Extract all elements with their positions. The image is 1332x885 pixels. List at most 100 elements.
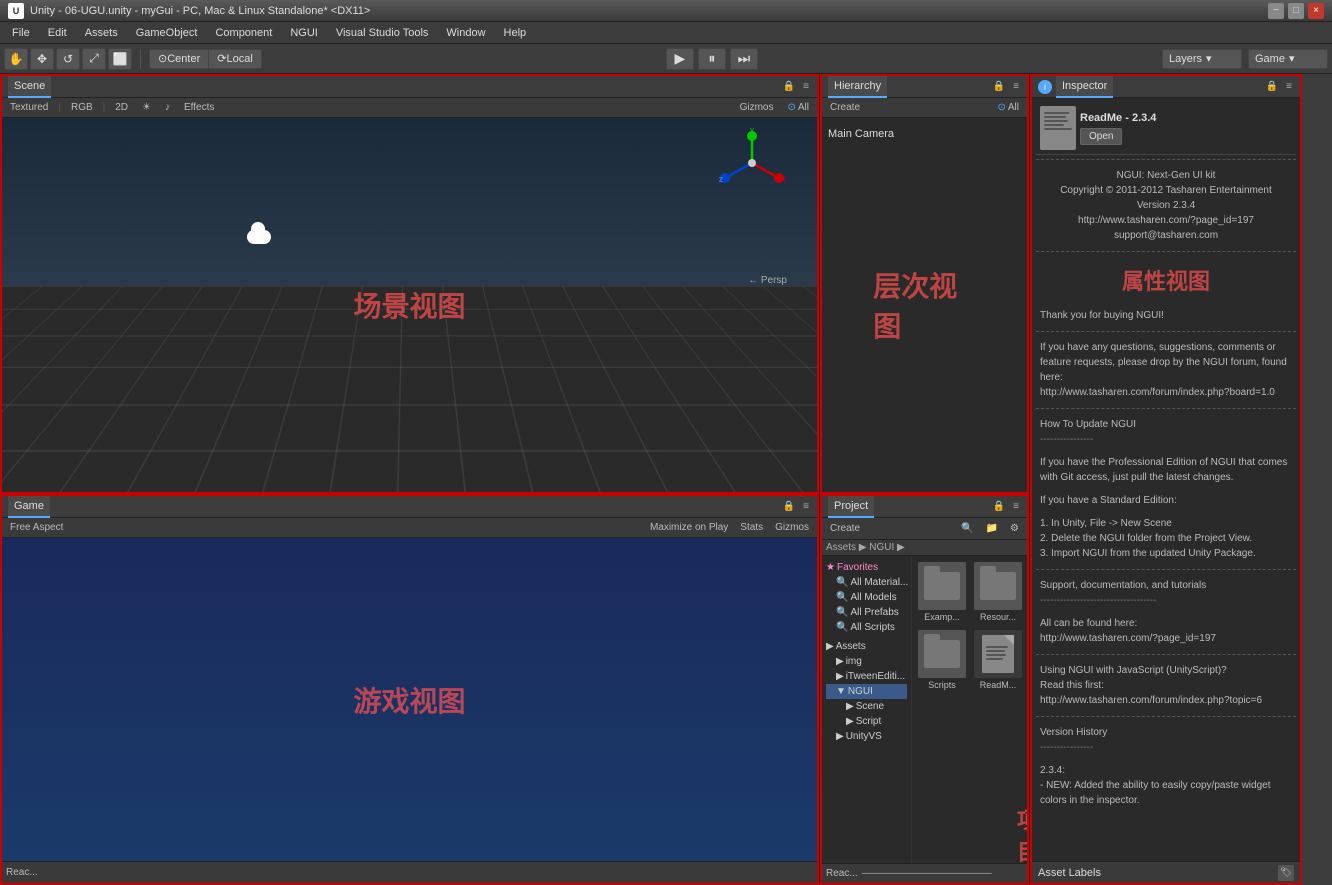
local-button[interactable]: ⟳ Local bbox=[208, 49, 262, 69]
toolbar-separator-1 bbox=[140, 49, 141, 69]
scene-menu-icon[interactable]: ≡ bbox=[801, 81, 811, 92]
asset-item-readme[interactable]: ReadM... bbox=[972, 628, 1024, 692]
inspector-lock-icon[interactable]: 🔒 bbox=[1264, 81, 1280, 92]
step-button[interactable]: ⏭ bbox=[730, 48, 758, 70]
project-lock-icon[interactable]: 🔒 bbox=[991, 501, 1007, 512]
menu-component[interactable]: Component bbox=[207, 25, 280, 41]
inspector-panel: i Inspector 🔒 ≡ bbox=[1030, 74, 1302, 885]
inspector-js-text: Using NGUI with JavaScript (UnityScript)… bbox=[1036, 659, 1296, 712]
pivot-toggle[interactable]: ⊙ Center ⟳ Local bbox=[149, 49, 262, 69]
stats-button[interactable]: Stats bbox=[736, 522, 767, 533]
pause-button[interactable]: ⏸ bbox=[698, 48, 726, 70]
hierarchy-lock-icon[interactable]: 🔒 bbox=[991, 81, 1007, 92]
project-menu-icon[interactable]: ≡ bbox=[1011, 501, 1021, 512]
project-search-icon[interactable]: 🔍 bbox=[957, 523, 977, 534]
all-dropdown[interactable]: ⊙ All bbox=[783, 102, 813, 113]
ngui-item[interactable]: ▼ NGUI bbox=[826, 684, 907, 699]
scale-tool-button[interactable]: ⤢ bbox=[82, 48, 106, 70]
inspector-p1: If you have any questions, suggestions, … bbox=[1036, 336, 1296, 404]
play-button[interactable]: ▶ bbox=[666, 48, 694, 70]
scene-tab[interactable]: Scene bbox=[8, 76, 51, 98]
close-button[interactable]: × bbox=[1308, 3, 1324, 19]
inspector-menu-icon[interactable]: ≡ bbox=[1284, 81, 1294, 92]
project-toolbar: Create 🔍 📁 ⚙ bbox=[822, 518, 1027, 540]
minimize-button[interactable]: − bbox=[1268, 3, 1284, 19]
main-camera-item[interactable]: Main Camera bbox=[822, 126, 1027, 142]
game-menu-icon[interactable]: ≡ bbox=[801, 501, 811, 512]
itween-item[interactable]: ▶ iTweenEditi... bbox=[826, 669, 907, 684]
all-prefabs-item[interactable]: 🔍 All Prefabs bbox=[826, 605, 907, 620]
menu-ngui[interactable]: NGUI bbox=[282, 25, 326, 41]
inspector-file-icon bbox=[1040, 106, 1076, 150]
inspector-p2: If you have the Professional Edition of … bbox=[1036, 451, 1296, 489]
game-gizmos-dropdown[interactable]: Gizmos bbox=[771, 522, 813, 533]
menu-help[interactable]: Help bbox=[496, 25, 535, 41]
menu-window[interactable]: Window bbox=[438, 25, 493, 41]
all-models-item[interactable]: 🔍 All Models bbox=[826, 590, 907, 605]
menu-vstudio[interactable]: Visual Studio Tools bbox=[328, 25, 437, 41]
menu-gameobject[interactable]: GameObject bbox=[128, 25, 206, 41]
favorites-item[interactable]: ★ Favorites bbox=[826, 560, 907, 575]
effects-dropdown[interactable]: Effects bbox=[180, 102, 218, 113]
game-lock-icon[interactable]: 🔒 bbox=[781, 501, 797, 512]
hierarchy-menu-icon[interactable]: ≡ bbox=[1011, 81, 1021, 92]
all-scripts-item[interactable]: 🔍 All Scripts bbox=[826, 620, 907, 635]
maximize-button[interactable]: □ bbox=[1288, 3, 1304, 19]
folder-icon-examples bbox=[918, 562, 966, 610]
rect-tool-button[interactable]: ⬜ bbox=[108, 48, 132, 70]
aspect-dropdown[interactable]: Free Aspect bbox=[6, 522, 67, 533]
inspector-divider-2 bbox=[1036, 251, 1296, 252]
menu-edit[interactable]: Edit bbox=[40, 25, 75, 41]
rgb-dropdown[interactable]: RGB bbox=[67, 102, 97, 113]
unityvs-item[interactable]: ▶ UnityVS bbox=[826, 729, 907, 744]
game-footer-text: Reac... bbox=[6, 867, 38, 878]
hierarchy-create-dropdown[interactable]: Create bbox=[826, 102, 864, 113]
audio-icon[interactable]: ♪ bbox=[161, 102, 174, 113]
game-tab[interactable]: Game bbox=[8, 496, 50, 518]
scene-cloud bbox=[247, 230, 271, 244]
svg-text:y: y bbox=[750, 128, 755, 134]
textured-dropdown[interactable]: Textured bbox=[6, 102, 52, 113]
scene-lock-icon[interactable]: 🔒 bbox=[781, 81, 797, 92]
img-item[interactable]: ▶ img bbox=[826, 654, 907, 669]
move-tool-button[interactable]: ✥ bbox=[30, 48, 54, 70]
inspector-support: Support, documentation, and tutorials --… bbox=[1036, 574, 1296, 612]
inspector-support-text: All can be found here: http://www.tashar… bbox=[1036, 612, 1296, 650]
gizmos-dropdown[interactable]: Gizmos bbox=[736, 102, 778, 113]
project-settings-icon[interactable]: ⚙ bbox=[1006, 523, 1023, 534]
project-create-dropdown[interactable]: Create bbox=[826, 523, 864, 534]
menu-assets[interactable]: Assets bbox=[77, 25, 126, 41]
inspector-open-button[interactable]: Open bbox=[1080, 128, 1122, 145]
menu-bar: File Edit Assets GameObject Component NG… bbox=[0, 22, 1332, 44]
inspector-content: ReadMe - 2.3.4 Open NGUI: Next-Gen UI ki… bbox=[1032, 98, 1300, 861]
project-tab[interactable]: Project bbox=[828, 496, 874, 518]
hand-tool-button[interactable]: ✋ bbox=[4, 48, 28, 70]
menu-file[interactable]: File bbox=[4, 25, 38, 41]
project-folder-icon[interactable]: 📁 bbox=[982, 523, 1002, 534]
hierarchy-all-dropdown[interactable]: ⊙ All bbox=[993, 102, 1023, 113]
scene-panel: Scene 🔒 ≡ Textured | RGB | 2D ☀ ♪ Effect… bbox=[0, 74, 819, 494]
scene-folder-item[interactable]: ▶ Scene bbox=[826, 699, 907, 714]
sun-icon[interactable]: ☀ bbox=[138, 102, 155, 113]
rotate-tool-button[interactable]: ↺ bbox=[56, 48, 80, 70]
asset-labels-tag-icon[interactable]: 🏷 bbox=[1278, 865, 1294, 881]
script-folder-item[interactable]: ▶ Script bbox=[826, 714, 907, 729]
inspector-tab[interactable]: Inspector bbox=[1056, 76, 1113, 98]
game-view-dropdown[interactable]: Game ▾ bbox=[1248, 49, 1328, 69]
2d-button[interactable]: 2D bbox=[111, 102, 132, 113]
game-panel-header: Game 🔒 ≡ bbox=[2, 496, 817, 518]
inspector-panel-header: i Inspector 🔒 ≡ bbox=[1032, 76, 1300, 98]
inspector-file-info: ReadMe - 2.3.4 Open bbox=[1080, 112, 1292, 145]
maximize-on-play-button[interactable]: Maximize on Play bbox=[646, 522, 732, 533]
scene-toolbar: Textured | RGB | 2D ☀ ♪ Effects Gizmos ⊙… bbox=[2, 98, 817, 118]
hierarchy-panel-header: Hierarchy 🔒 ≡ bbox=[822, 76, 1027, 98]
asset-item-resources[interactable]: Resour... bbox=[972, 560, 1024, 624]
title-bar: U Unity - 06-UGU.unity - myGui - PC, Mac… bbox=[0, 0, 1332, 22]
hierarchy-tab[interactable]: Hierarchy bbox=[828, 76, 887, 98]
asset-item-examples[interactable]: Examp... bbox=[916, 560, 968, 624]
asset-item-scripts[interactable]: Scripts bbox=[916, 628, 968, 692]
all-materials-item[interactable]: 🔍 All Material... bbox=[826, 575, 907, 590]
layers-dropdown[interactable]: Layers ▾ bbox=[1162, 49, 1242, 69]
assets-root-item[interactable]: ▶ Assets bbox=[826, 639, 907, 654]
center-button[interactable]: ⊙ Center bbox=[149, 49, 208, 69]
